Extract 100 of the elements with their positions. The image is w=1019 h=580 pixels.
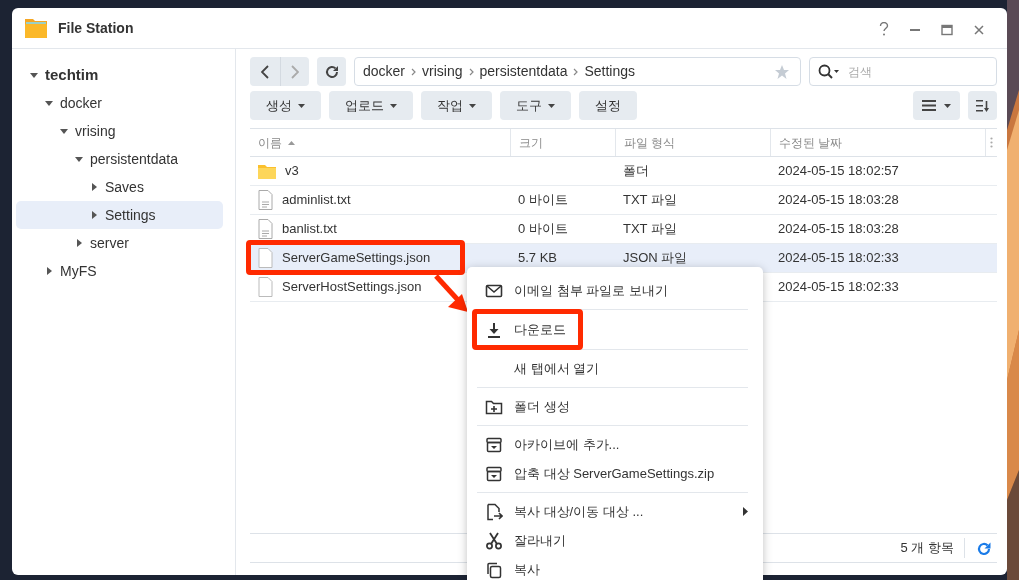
file-name: adminlist.txt bbox=[282, 191, 351, 210]
tree-item[interactable]: MyFS bbox=[16, 257, 223, 285]
text-file-icon bbox=[258, 190, 273, 210]
file-size: 0 바이트 bbox=[518, 221, 568, 237]
sort-button[interactable] bbox=[968, 91, 997, 120]
cut-icon bbox=[485, 531, 503, 550]
refresh-button[interactable] bbox=[964, 538, 991, 558]
tree-item[interactable]: Saves bbox=[16, 173, 223, 201]
settings-button[interactable]: 설정 bbox=[579, 91, 637, 120]
arrow bbox=[434, 274, 468, 312]
back-button[interactable] bbox=[250, 57, 280, 86]
window-title: File Station bbox=[58, 18, 134, 38]
copy-icon bbox=[485, 560, 503, 579]
file-size: 0 바이트 bbox=[518, 192, 568, 208]
column-header[interactable]: 파일 형식 bbox=[615, 129, 770, 156]
menu-item[interactable]: 압축 대상 ServerGameSettings.zip bbox=[477, 459, 748, 488]
path-field[interactable]: docker vrising persistentdata Settings bbox=[354, 57, 801, 86]
list-icon bbox=[922, 100, 936, 111]
column-header[interactable]: 이름 bbox=[250, 133, 510, 152]
caret-right-icon bbox=[75, 239, 83, 247]
file-size: 5.7 KB bbox=[518, 250, 558, 266]
archive-icon bbox=[485, 464, 503, 483]
caret-down-icon bbox=[30, 71, 38, 79]
chevron-icon bbox=[573, 67, 579, 76]
caret-right-icon bbox=[90, 183, 98, 191]
submenu-caret-icon bbox=[743, 507, 748, 516]
caret-down-icon bbox=[60, 127, 68, 135]
file-type: JSON 파일 bbox=[623, 250, 688, 266]
file-name: ServerHostSettings.json bbox=[282, 278, 422, 297]
menu-item[interactable]: 새 탭에서 열기 bbox=[477, 354, 748, 383]
modified-date: 2024-05-15 18:02:33 bbox=[778, 279, 899, 295]
tree-item[interactable]: persistentdata bbox=[16, 145, 223, 173]
menu-item[interactable]: 복사 bbox=[477, 555, 748, 580]
caret-icon bbox=[390, 103, 397, 108]
tree-item[interactable]: docker bbox=[16, 89, 223, 117]
modified-date: 2024-05-15 18:03:28 bbox=[778, 221, 899, 237]
maximize-icon bbox=[941, 23, 953, 36]
menu-item[interactable]: 이메일 첨부 파일로 보내기 bbox=[477, 276, 748, 305]
breadcrumb-item[interactable]: Settings bbox=[584, 61, 636, 82]
menu-item[interactable]: 다운로드 bbox=[477, 315, 566, 344]
chevron-icon bbox=[468, 67, 474, 76]
star-icon bbox=[774, 63, 790, 80]
sort-icon bbox=[975, 99, 990, 112]
sort-asc-icon bbox=[288, 140, 295, 145]
caret-icon bbox=[469, 103, 476, 108]
caret-right-icon bbox=[45, 267, 53, 275]
search-options-button[interactable] bbox=[816, 63, 842, 80]
file-type: TXT 파일 bbox=[623, 192, 677, 208]
archive-icon bbox=[485, 435, 503, 454]
file-type: 폴더 bbox=[623, 163, 649, 179]
menu-item[interactable]: 아카이브에 추가... bbox=[477, 430, 748, 459]
search-box[interactable]: 검색 bbox=[809, 57, 997, 86]
forward-icon bbox=[291, 64, 299, 79]
tree-item[interactable]: Settings bbox=[16, 201, 223, 229]
search-icon bbox=[818, 63, 840, 80]
refresh-icon bbox=[324, 64, 339, 79]
breadcrumb-item[interactable]: persistentdata bbox=[479, 61, 568, 82]
breadcrumb-item[interactable]: docker bbox=[363, 61, 406, 82]
file-icon bbox=[258, 248, 273, 268]
column-header[interactable]: 수정된 날짜 bbox=[770, 129, 985, 156]
menu-item[interactable]: 복사 대상/이동 대상 ... bbox=[477, 497, 748, 526]
more-icon bbox=[990, 137, 993, 148]
caret-down-icon bbox=[45, 99, 53, 107]
back-icon bbox=[261, 64, 269, 79]
column-header[interactable]: 크기 bbox=[510, 129, 615, 156]
tree-item[interactable]: server bbox=[16, 229, 223, 257]
file-row[interactable]: v3 폴더 2024-05-15 18:02:57 bbox=[250, 157, 997, 186]
breadcrumb-item[interactable]: vrising bbox=[422, 61, 463, 82]
dropdown-button[interactable]: 업로드 bbox=[329, 91, 413, 120]
caret-icon bbox=[298, 103, 305, 108]
modified-date: 2024-05-15 18:02:57 bbox=[778, 163, 899, 179]
modified-date: 2024-05-15 18:02:33 bbox=[778, 250, 899, 266]
modified-date: 2024-05-15 18:03:28 bbox=[778, 192, 899, 208]
file-type: TXT 파일 bbox=[623, 221, 677, 237]
text-file-icon bbox=[258, 219, 273, 239]
folder-icon bbox=[258, 163, 276, 179]
file-row[interactable]: adminlist.txt 0 바이트 TXT 파일 2024-05-15 18:03:28 bbox=[250, 186, 997, 215]
dropdown-button[interactable]: 도구 bbox=[500, 91, 571, 120]
caret-icon bbox=[548, 103, 555, 108]
menu-item[interactable]: 폴더 생성 bbox=[477, 392, 748, 421]
caret-icon bbox=[944, 103, 951, 108]
menu-item[interactable]: 잘라내기 bbox=[477, 526, 748, 555]
file-name: v3 bbox=[285, 162, 299, 181]
dropdown-button[interactable]: 생성 bbox=[250, 91, 321, 120]
file-icon bbox=[258, 277, 273, 297]
refresh-button[interactable] bbox=[317, 57, 346, 86]
caret-down-icon bbox=[75, 155, 83, 163]
file-name: banlist.txt bbox=[282, 220, 337, 239]
move-icon bbox=[485, 502, 503, 521]
download-icon bbox=[485, 320, 503, 339]
tree-item[interactable]: vrising bbox=[16, 117, 223, 145]
help-icon bbox=[879, 22, 889, 36]
tree-item[interactable]: techtim bbox=[16, 61, 223, 89]
refresh-icon bbox=[977, 542, 991, 556]
dropdown-button[interactable]: 작업 bbox=[421, 91, 492, 120]
caret-right-icon bbox=[90, 211, 98, 219]
item-count: 5 개 항목 bbox=[900, 539, 954, 558]
file-name: ServerGameSettings.json bbox=[282, 249, 431, 268]
close-icon bbox=[973, 23, 985, 36]
view-button[interactable] bbox=[913, 91, 960, 120]
